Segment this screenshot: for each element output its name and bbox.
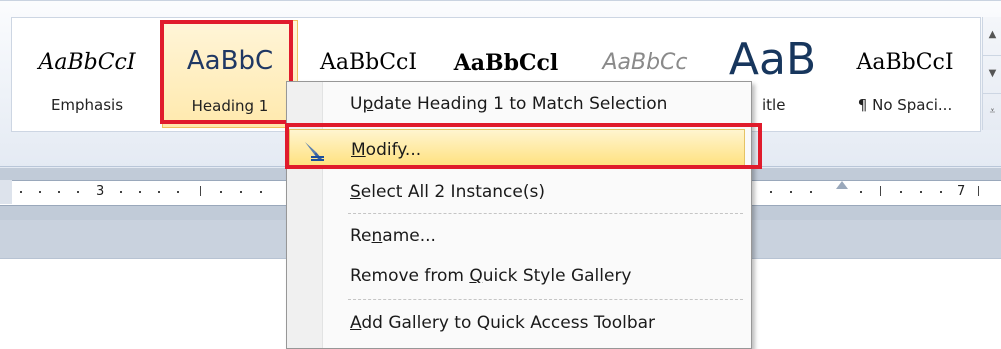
style-preview: AaBbCcl <box>453 50 559 76</box>
ruler-mark <box>200 186 201 196</box>
ruler-tick <box>260 191 262 193</box>
ruler-tick <box>220 191 222 193</box>
style-label: itle <box>762 96 786 114</box>
gallery-scrollbar: ▲ ▼ ⩡ <box>982 17 1001 130</box>
style-preview: AaBbCcI <box>38 50 136 75</box>
ruler-tick <box>810 191 812 193</box>
context-menu: Update Heading 1 to Match Selection Modi… <box>286 81 752 349</box>
ruler-number: 3 <box>96 184 105 199</box>
ruler-tick <box>20 191 22 193</box>
chevron-up-icon[interactable]: ▲ <box>983 17 1001 53</box>
ruler-tick <box>900 191 902 193</box>
style-label: Emphasis <box>50 96 124 114</box>
ruler-tick <box>240 191 242 193</box>
ruler-tick <box>120 191 122 193</box>
ruler-number: 7 <box>957 184 966 199</box>
ruler-tick <box>77 191 79 193</box>
menu-item-update-heading[interactable]: Update Heading 1 to Match Selection <box>289 84 745 124</box>
style-preview: AaB <box>728 34 817 85</box>
menu-item-remove-from-gallery[interactable]: Remove from Quick Style Gallery <box>289 256 745 296</box>
modify-highlight-box <box>285 123 762 169</box>
indent-marker-icon[interactable] <box>836 181 848 189</box>
ruler-tick <box>770 191 772 193</box>
ruler-tick <box>860 191 862 193</box>
menu-separator <box>348 213 743 214</box>
heading-1-highlight-box <box>160 20 293 124</box>
menu-separator <box>348 299 743 300</box>
ruler-tick <box>790 191 792 193</box>
menu-item-label: Remove from Quick Style Gallery <box>350 266 632 286</box>
ruler-tick <box>940 191 942 193</box>
style-no-spacing[interactable]: AaBbCcI ¶ No Spaci... <box>830 18 980 131</box>
menu-item-label: Add Gallery to Quick Access Toolbar <box>350 313 656 333</box>
menu-item-label: Select All 2 Instance(s) <box>350 182 545 202</box>
menu-item-label: Rename... <box>350 226 436 246</box>
style-label: ¶ No Spaci... <box>857 96 953 114</box>
style-emphasis[interactable]: AaBbCcI Emphasis <box>12 18 162 131</box>
ruler-margin <box>0 180 12 204</box>
menu-item-select-all[interactable]: Select All 2 Instance(s) <box>289 172 745 212</box>
dropdown-more-icon[interactable]: ⩡ <box>983 93 1001 130</box>
style-preview: AaBbCcI <box>856 50 954 75</box>
ruler-tick <box>920 191 922 193</box>
style-preview: AaBbCcI <box>319 50 418 75</box>
menu-item-label: Update Heading 1 to Match Selection <box>350 94 668 114</box>
ruler-mark <box>978 186 979 196</box>
ruler-tick <box>139 191 141 193</box>
menu-item-add-to-quick-access[interactable]: Add Gallery to Quick Access Toolbar <box>289 303 745 343</box>
ruler-tick <box>58 191 60 193</box>
style-preview: AaBbCc <box>602 50 688 75</box>
menu-item-rename[interactable]: Rename... <box>289 216 745 256</box>
ruler-tick <box>177 191 179 193</box>
ruler-tick <box>158 191 160 193</box>
ruler-mark <box>880 186 881 196</box>
chevron-down-icon[interactable]: ▼ <box>983 55 1001 92</box>
ruler-tick <box>39 191 41 193</box>
